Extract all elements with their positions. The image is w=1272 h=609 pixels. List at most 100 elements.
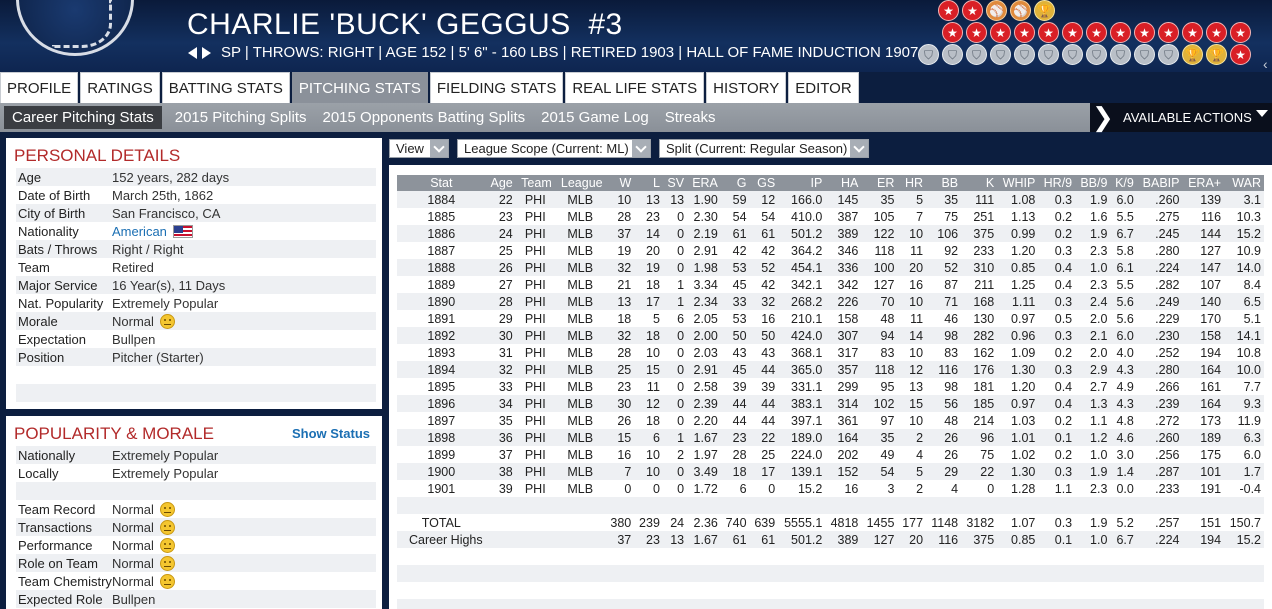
available-actions-button[interactable]: AVAILABLE ACTIONS xyxy=(1090,103,1272,132)
table-row[interactable]: 1892 30 PHI MLB 32 18 0 2.00 50 50 424.0 307 94 14 98 2… xyxy=(397,327,1264,344)
column-header[interactable]: Team xyxy=(515,175,555,191)
star-award-icon[interactable]: ★ xyxy=(1230,44,1251,65)
table-row[interactable]: 1893 31 PHI MLB 28 10 0 2.03 43 43 368.1 317 83 10 83 1… xyxy=(397,344,1264,361)
table-row[interactable]: 1896 34 PHI MLB 30 12 0 2.39 44 44 383.1 314 102 15 56… xyxy=(397,395,1264,412)
column-header[interactable]: G xyxy=(720,175,750,191)
silver-award-icon[interactable]: ⛉ xyxy=(1110,44,1131,65)
column-header[interactable]: HR/9 xyxy=(1038,175,1076,191)
subtab-career-pitching-stats[interactable]: Career Pitching Stats xyxy=(4,106,162,129)
table-row[interactable]: 1901 39 PHI MLB 0 0 0 1.72 6 0 15.2 16 3 2 4 0 1.28 1.1 2.… xyxy=(397,480,1264,497)
total-row[interactable]: TOTAL 380 239 24 2.36 740 639 5555.1 4818 1455 177… xyxy=(397,514,1264,531)
gold-award-icon[interactable]: 🏆 xyxy=(1182,44,1203,65)
table-row[interactable]: 1898 36 PHI MLB 15 6 1 1.67 23 22 189.0 164 35 2 26 96 1… xyxy=(397,429,1264,446)
table-row[interactable]: 1890 28 PHI MLB 13 17 1 2.34 33 32 268.2 226 70 10 71 1… xyxy=(397,293,1264,310)
star-award-icon[interactable]: ★ xyxy=(1182,22,1203,43)
silver-award-icon[interactable]: ⛉ xyxy=(918,44,939,65)
tab-batting-stats[interactable]: BATTING STATS xyxy=(161,72,290,103)
column-header[interactable]: BABIP xyxy=(1136,175,1183,191)
star-award-icon[interactable]: ★ xyxy=(966,22,987,43)
column-header[interactable]: HA xyxy=(825,175,862,191)
silver-award-icon[interactable]: ⛉ xyxy=(1158,44,1179,65)
column-header[interactable]: K xyxy=(961,175,998,191)
table-row[interactable]: 1891 29 PHI MLB 18 5 6 2.05 53 16 210.1 158 48 11 46 13… xyxy=(397,310,1264,327)
star-award-icon[interactable]: ★ xyxy=(1134,22,1155,43)
view-dropdown[interactable]: View xyxy=(389,139,449,158)
detail-value[interactable]: American xyxy=(112,224,193,239)
star-award-icon[interactable]: ★ xyxy=(990,22,1011,43)
silver-award-icon[interactable]: ⛉ xyxy=(1038,44,1059,65)
column-header[interactable]: League xyxy=(554,175,606,191)
silver-award-icon[interactable]: ⛉ xyxy=(1014,44,1035,65)
prev-player-icon[interactable] xyxy=(188,47,197,60)
column-header[interactable]: K/9 xyxy=(1110,175,1137,191)
star-award-icon[interactable]: ★ xyxy=(1158,22,1179,43)
silver-award-icon[interactable]: ⛉ xyxy=(1062,44,1083,65)
star-award-icon[interactable]: ★ xyxy=(1110,22,1131,43)
column-header[interactable]: ERA xyxy=(687,175,721,191)
column-header[interactable]: WHIP xyxy=(997,175,1039,191)
star-award-icon[interactable]: ★ xyxy=(942,22,963,43)
table-row[interactable]: 1884 22 PHI MLB 10 13 13 1.90 59 12 166.0 145 35 5 35 1… xyxy=(397,191,1264,208)
star-award-icon[interactable]: ★ xyxy=(1062,22,1083,43)
column-header[interactable]: HR xyxy=(897,175,927,191)
show-status-link[interactable]: Show Status xyxy=(292,426,370,441)
split-dropdown[interactable]: Split (Current: Regular Season) xyxy=(659,139,869,158)
table-row[interactable]: 1894 32 PHI MLB 25 15 0 2.91 45 44 365.0 357 118 12 11… xyxy=(397,361,1264,378)
tab-fielding-stats[interactable]: FIELDING STATS xyxy=(429,72,564,103)
column-header[interactable]: ER xyxy=(861,175,898,191)
table-cell: 4 xyxy=(916,447,924,462)
subtab-2015-pitching-splits[interactable]: 2015 Pitching Splits xyxy=(167,106,315,129)
chevron-left-icon[interactable]: ‹ xyxy=(1263,56,1268,72)
subtab-2015-opponents-batting-splits[interactable]: 2015 Opponents Batting Splits xyxy=(314,106,533,129)
column-header[interactable]: Stat xyxy=(397,175,486,191)
silver-award-icon[interactable]: ⛉ xyxy=(1086,44,1107,65)
tab-pitching-stats[interactable]: PITCHING STATS xyxy=(291,72,428,103)
tab-profile[interactable]: PROFILE xyxy=(0,72,79,103)
gold-award-icon[interactable]: 🏆 xyxy=(1034,0,1055,21)
star-award-icon[interactable]: ★ xyxy=(938,0,959,21)
tab-editor[interactable]: EDITOR xyxy=(788,72,859,103)
silver-award-icon[interactable]: ⛉ xyxy=(1134,44,1155,65)
star-award-icon[interactable]: ★ xyxy=(1230,22,1251,43)
star-award-icon[interactable]: ★ xyxy=(1206,22,1227,43)
table-row[interactable]: 1897 35 PHI MLB 26 18 0 2.20 44 44 397.1 361 97 10 48 2… xyxy=(397,412,1264,429)
table-row[interactable]: 1885 23 PHI MLB 28 23 0 2.30 54 54 410.0 387 105 7 75 2… xyxy=(397,208,1264,225)
chevron-down-icon[interactable] xyxy=(1256,110,1268,117)
star-award-icon[interactable]: ★ xyxy=(1014,22,1035,43)
table-row[interactable]: 1886 24 PHI MLB 37 14 0 2.19 61 61 501.2 389 122 10 10… xyxy=(397,225,1264,242)
tab-history[interactable]: HISTORY xyxy=(706,72,787,103)
silver-award-icon[interactable]: ⛉ xyxy=(942,44,963,65)
table-row[interactable]: 1899 37 PHI MLB 16 10 2 1.97 28 25 224.0 202 49 4 26 75… xyxy=(397,446,1264,463)
column-header[interactable]: WAR xyxy=(1224,175,1264,191)
star-award-icon[interactable]: ★ xyxy=(1038,22,1059,43)
star-award-icon[interactable]: ★ xyxy=(962,0,983,21)
column-header[interactable]: W xyxy=(605,175,635,191)
next-player-icon[interactable] xyxy=(202,47,211,60)
tab-real-life-stats[interactable]: REAL LIFE STATS xyxy=(565,72,705,103)
table-row[interactable]: 1900 38 PHI MLB 7 10 0 3.49 18 17 139.1 152 54 5 29 22 1… xyxy=(397,463,1264,480)
column-header[interactable]: ERA+ xyxy=(1182,175,1225,191)
table-row[interactable]: 1895 33 PHI MLB 23 11 0 2.58 39 39 331.1 299 95 13 98 1… xyxy=(397,378,1264,395)
table-row[interactable]: 1888 26 PHI MLB 32 19 0 1.98 53 52 454.1 336 100 20 52… xyxy=(397,259,1264,276)
table-row[interactable]: 1887 25 PHI MLB 19 20 0 2.91 42 42 364.2 346 118 11 92… xyxy=(397,242,1264,259)
gold-award-icon[interactable]: 🏆 xyxy=(1206,44,1227,65)
table-row[interactable]: 1889 27 PHI MLB 21 18 1 3.34 45 42 342.1 342 127 16 87… xyxy=(397,276,1264,293)
column-header[interactable]: Age xyxy=(485,175,516,191)
column-header[interactable]: BB xyxy=(926,175,962,191)
silver-award-icon[interactable]: ⛉ xyxy=(966,44,987,65)
column-header[interactable]: BB/9 xyxy=(1075,175,1111,191)
column-header[interactable]: IP xyxy=(778,175,826,191)
subtab-streaks[interactable]: Streaks xyxy=(657,106,724,129)
silver-award-icon[interactable]: ⛉ xyxy=(990,44,1011,65)
star-award-icon[interactable]: ★ xyxy=(1086,22,1107,43)
ball-award-icon[interactable]: ⚾ xyxy=(1010,0,1031,21)
career-highs-row[interactable]: Career Highs 37 23 13 1.67 61 61 501.2 389 127 20 1… xyxy=(397,531,1264,548)
column-header[interactable]: SV xyxy=(662,175,688,191)
ball-award-icon[interactable]: ⚾ xyxy=(986,0,1007,21)
column-header[interactable]: GS xyxy=(749,175,779,191)
column-header[interactable]: L xyxy=(634,175,663,191)
subtab-2015-game-log[interactable]: 2015 Game Log xyxy=(533,106,657,129)
tab-ratings[interactable]: RATINGS xyxy=(80,72,160,103)
league-scope-dropdown[interactable]: League Scope (Current: ML) xyxy=(457,139,651,158)
table-cell: 639 xyxy=(754,515,776,530)
